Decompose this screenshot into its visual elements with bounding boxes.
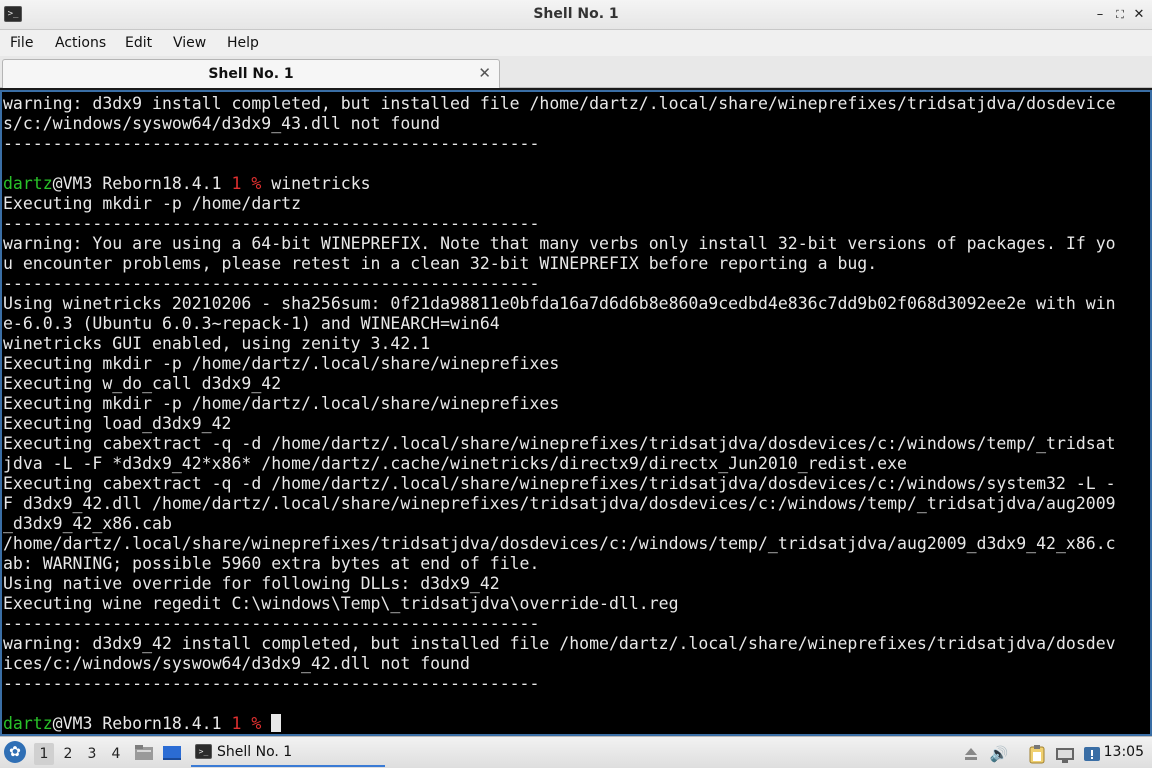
show-desktop-icon[interactable] [161, 742, 183, 764]
clock: 13:05 [1103, 744, 1144, 760]
clipboard-icon[interactable] [1026, 743, 1048, 765]
menu-view[interactable]: View [173, 35, 206, 51]
prompt-line: dartz@VM3 Reborn18.4.1 1 % [3, 714, 1116, 734]
terminal-line: Executing load_d3dx9_42 [3, 414, 232, 433]
terminal-text: warning: d3dx9 install completed, but in… [3, 94, 1116, 734]
taskbar: ✿ 1 2 3 4 >_ Shell No. 1 🔊 13:05 [0, 736, 1152, 768]
minimize-button[interactable]: – [1090, 5, 1110, 25]
prompt-host: @VM3 Reborn18.4.1 [52, 714, 232, 733]
workspace-3[interactable]: 3 [82, 743, 102, 765]
terminal-line: Using native override for following DLLs… [3, 574, 500, 593]
terminal-line: e-6.0.3 (Ubuntu 6.0.3~repack-1) and WINE… [3, 314, 500, 333]
terminal-task-icon: >_ [195, 744, 212, 759]
prompt-status: 1 % [231, 714, 262, 733]
workspace-4[interactable]: 4 [106, 743, 126, 765]
terminal-line: Executing cabextract -q -d /home/dartz/.… [3, 474, 1116, 493]
terminal-line: warning: d3dx9 install completed, but in… [3, 94, 1116, 113]
text-cursor [271, 714, 282, 732]
terminal-line: winetricks GUI enabled, using zenity 3.4… [3, 334, 431, 353]
network-icon[interactable] [1053, 743, 1077, 765]
terminal-line: Executing mkdir -p /home/dartz/.local/sh… [3, 394, 560, 413]
terminal-line: ices/c:/windows/syswow64/d3dx9_42.dll no… [3, 654, 470, 673]
terminal-line: F d3dx9_42.dll /home/dartz/.local/share/… [3, 494, 1116, 513]
close-button[interactable]: ✕ [1129, 5, 1149, 25]
maximize-button[interactable]: ⛶ [1110, 5, 1130, 25]
prompt-status: 1 % [231, 174, 262, 193]
prompt-command: winetricks [261, 174, 371, 193]
terminal-line: ab: WARNING; possible 5960 extra bytes a… [3, 554, 540, 573]
terminal-line: ----------------------------------------… [3, 614, 540, 633]
menu-file[interactable]: File [10, 35, 33, 51]
terminal-line: _d3dx9_42_x86.cab [3, 514, 172, 533]
tab-close-icon[interactable]: ✕ [478, 64, 491, 82]
prompt-user: dartz [3, 714, 53, 733]
taskbar-item-shell[interactable]: >_ Shell No. 1 [191, 740, 385, 767]
notification-icon[interactable] [1081, 743, 1103, 765]
file-manager-icon[interactable] [133, 742, 155, 764]
menu-bar: File Actions Edit View Help [0, 30, 1152, 56]
terminal-line: ----------------------------------------… [3, 674, 540, 693]
workspace-2[interactable]: 2 [58, 743, 78, 765]
start-menu-icon[interactable]: ✿ [4, 741, 26, 763]
terminal-line: u encounter problems, please retest in a… [3, 254, 878, 273]
prompt-user: dartz [3, 174, 53, 193]
volume-icon[interactable]: 🔊 [988, 743, 1010, 765]
tab-label: Shell No. 1 [208, 66, 294, 82]
terminal-line: Executing cabextract -q -d /home/dartz/.… [3, 434, 1116, 453]
taskbar-item-label: Shell No. 1 [217, 744, 293, 760]
terminal-line: Using winetricks 20210206 - sha256sum: 0… [3, 294, 1116, 313]
terminal-line: Executing mkdir -p /home/dartz/.local/sh… [3, 354, 560, 373]
terminal-line: warning: d3dx9_42 install completed, but… [3, 634, 1116, 653]
window-title: Shell No. 1 [533, 6, 619, 22]
terminal-line: jdva -L -F *d3dx9_42*x86* /home/dartz/.c… [3, 454, 907, 473]
terminal-output[interactable]: warning: d3dx9 install completed, but in… [0, 90, 1152, 736]
terminal-line: ----------------------------------------… [3, 214, 540, 233]
menu-help[interactable]: Help [227, 35, 259, 51]
window-titlebar[interactable]: >_ Shell No. 1 – ⛶ ✕ [0, 0, 1152, 30]
terminal-line: ----------------------------------------… [3, 274, 540, 293]
tab-shell-1[interactable]: Shell No. 1 ✕ [2, 59, 500, 88]
terminal-line: ----------------------------------------… [3, 134, 540, 153]
menu-edit[interactable]: Edit [125, 35, 152, 51]
workspace-1[interactable]: 1 [34, 743, 54, 765]
menu-actions[interactable]: Actions [55, 35, 106, 51]
prompt-command [261, 714, 271, 733]
prompt-line: dartz@VM3 Reborn18.4.1 1 % winetricks [3, 174, 1116, 194]
terminal-line: Executing mkdir -p /home/dartz [3, 194, 302, 213]
tab-bar: Shell No. 1 ✕ [0, 56, 1152, 88]
prompt-host: @VM3 Reborn18.4.1 [52, 174, 232, 193]
terminal-line: Executing wine regedit C:\windows\Temp\_… [3, 594, 679, 613]
terminal-line: Executing w_do_call d3dx9_42 [3, 374, 282, 393]
eject-icon[interactable] [962, 743, 980, 765]
terminal-line: warning: You are using a 64-bit WINEPREF… [3, 234, 1116, 253]
terminal-line: s/c:/windows/syswow64/d3dx9_43.dll not f… [3, 114, 441, 133]
terminal-line: /home/dartz/.local/share/wineprefixes/tr… [3, 534, 1116, 553]
